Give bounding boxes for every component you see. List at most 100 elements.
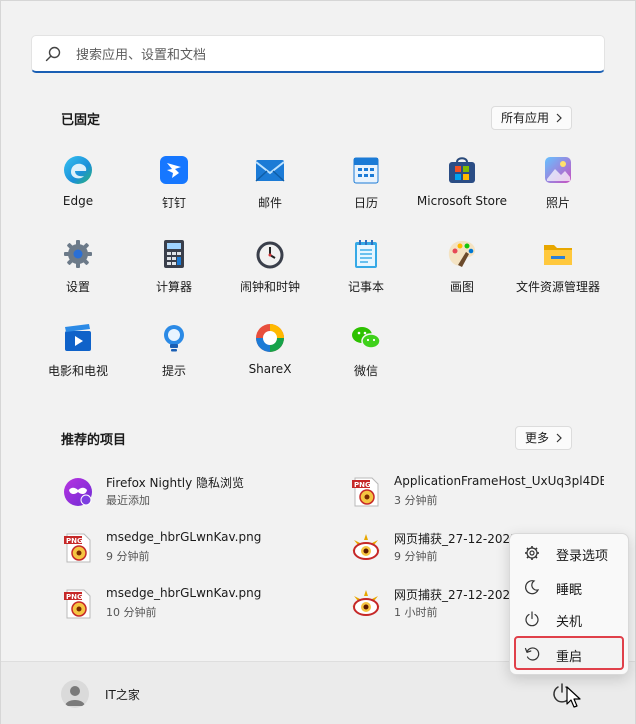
sleep-item[interactable]: 睡眠 [514, 572, 624, 602]
svg-text:PNG: PNG [66, 593, 83, 601]
recommended-item[interactable]: Firefox Nightly 隐私浏览 最近添加 [62, 472, 312, 512]
clock-icon [256, 241, 284, 269]
app-label: 钉钉 [161, 196, 186, 210]
item-time: 最近添加 [106, 494, 150, 507]
shutdown-item[interactable]: 关机 [514, 604, 624, 634]
edge-icon [64, 156, 92, 184]
more-button[interactable]: 更多 [515, 426, 573, 450]
pinned-app-mail[interactable]: 邮件 [222, 154, 318, 224]
png-file-icon: PNG [64, 589, 91, 619]
pinned-app-tips[interactable]: 提示 [126, 322, 222, 392]
image-viewer-icon [352, 534, 380, 560]
firefox-private-icon [64, 478, 92, 506]
store-icon [449, 157, 475, 183]
menu-label: 重启 [556, 650, 583, 665]
menu-label: 睡眠 [556, 583, 583, 598]
pinned-app-paint[interactable]: 画图 [414, 238, 510, 308]
movies-icon [65, 324, 91, 351]
png-file-icon: PNG [64, 533, 91, 563]
pinned-app-edge[interactable]: Edge [30, 154, 126, 224]
recommended-title: 推荐的项目 [61, 433, 127, 448]
app-label: 文件资源管理器 [515, 280, 600, 294]
search-input[interactable] [74, 42, 598, 68]
recommended-item[interactable]: PNG msedge_hbrGLwnKav.png 10 分钟前 [62, 584, 312, 624]
app-label: Microsoft Store [416, 194, 508, 208]
pinned-app-settings[interactable]: 设置 [30, 238, 126, 308]
power-menu: 登录选项 睡眠 关机 重启 [509, 533, 629, 675]
item-name: msedge_hbrGLwnKav.png [106, 586, 262, 600]
all-apps-label: 所有应用 [501, 111, 550, 125]
pinned-app-calculator[interactable]: 计算器 [126, 238, 222, 308]
app-label: 照片 [545, 196, 570, 210]
mouse-cursor-icon [566, 686, 581, 708]
recommended-item[interactable]: PNG ApplicationFrameHost_UxUq3pl4DE... 3… [350, 472, 604, 512]
user-name: IT之家 [105, 688, 140, 702]
pinned-app-store[interactable]: Microsoft Store [414, 154, 510, 224]
app-label: 日历 [353, 196, 378, 210]
pinned-app-file-explorer[interactable]: 文件资源管理器 [510, 238, 606, 308]
avatar [61, 680, 89, 708]
pinned-app-sharex[interactable]: ShareX [222, 322, 318, 392]
item-time: 9 分钟前 [106, 550, 150, 563]
search-icon [45, 46, 61, 62]
app-label: 计算器 [155, 280, 192, 294]
more-label: 更多 [525, 431, 550, 445]
gear-icon [64, 240, 92, 268]
item-name: Firefox Nightly 隐私浏览 [106, 476, 245, 490]
pinned-app-dingtalk[interactable]: 钉钉 [126, 154, 222, 224]
restart-item[interactable]: 重启 [514, 636, 624, 670]
sign-in-options-item[interactable]: 登录选项 [514, 538, 624, 568]
app-label: Edge [62, 194, 94, 208]
pinned-app-movies[interactable]: 电影和电视 [30, 322, 126, 392]
pinned-app-clock[interactable]: 闹钟和时钟 [222, 238, 318, 308]
app-label: 记事本 [347, 280, 384, 294]
power-icon [525, 611, 539, 627]
notepad-icon [355, 240, 377, 268]
png-file-icon: PNG [352, 477, 379, 507]
app-label: 电影和电视 [47, 364, 108, 378]
folder-icon [544, 245, 572, 265]
svg-text:PNG: PNG [354, 481, 371, 489]
pinned-app-wechat[interactable]: 微信 [318, 322, 414, 392]
start-menu: 已固定 所有应用 Edge 钉钉 邮件 日历 [0, 0, 636, 724]
all-apps-button[interactable]: 所有应用 [491, 106, 573, 130]
restart-icon [524, 647, 540, 661]
app-label: 设置 [65, 280, 90, 294]
photos-icon [545, 157, 571, 183]
wechat-icon [352, 327, 381, 349]
user-icon [65, 686, 85, 706]
pinned-title: 已固定 [61, 113, 101, 128]
app-label: 微信 [353, 364, 378, 378]
calendar-icon [353, 157, 379, 184]
dingtalk-icon [160, 156, 188, 184]
app-label: ShareX [248, 362, 292, 376]
item-name: ApplicationFrameHost_UxUq3pl4DE... [394, 474, 604, 488]
paint-icon [448, 241, 475, 267]
menu-label: 关机 [556, 615, 583, 630]
svg-text:PNG: PNG [66, 537, 83, 545]
gear-icon [525, 546, 539, 560]
app-label: 画图 [449, 280, 474, 294]
chevron-right-icon [556, 113, 562, 123]
sharex-icon [256, 324, 284, 352]
search-box[interactable] [31, 35, 605, 73]
item-name: msedge_hbrGLwnKav.png [106, 530, 262, 544]
image-viewer-icon [352, 590, 380, 616]
tips-icon [164, 325, 184, 352]
recommended-item[interactable]: PNG msedge_hbrGLwnKav.png 9 分钟前 [62, 528, 312, 568]
app-label: 提示 [161, 364, 186, 378]
item-time: 1 小时前 [394, 606, 438, 619]
mail-icon [255, 160, 285, 182]
pinned-app-notepad[interactable]: 记事本 [318, 238, 414, 308]
calculator-icon [164, 240, 184, 268]
item-time: 9 分钟前 [394, 550, 438, 563]
moon-icon [525, 580, 540, 595]
app-label: 邮件 [257, 196, 282, 210]
app-label: 闹钟和时钟 [239, 280, 300, 294]
menu-label: 登录选项 [556, 549, 609, 564]
item-time: 10 分钟前 [106, 606, 157, 619]
chevron-right-icon [556, 433, 562, 443]
item-time: 3 分钟前 [394, 494, 438, 507]
pinned-app-calendar[interactable]: 日历 [318, 154, 414, 224]
pinned-app-photos[interactable]: 照片 [510, 154, 606, 224]
